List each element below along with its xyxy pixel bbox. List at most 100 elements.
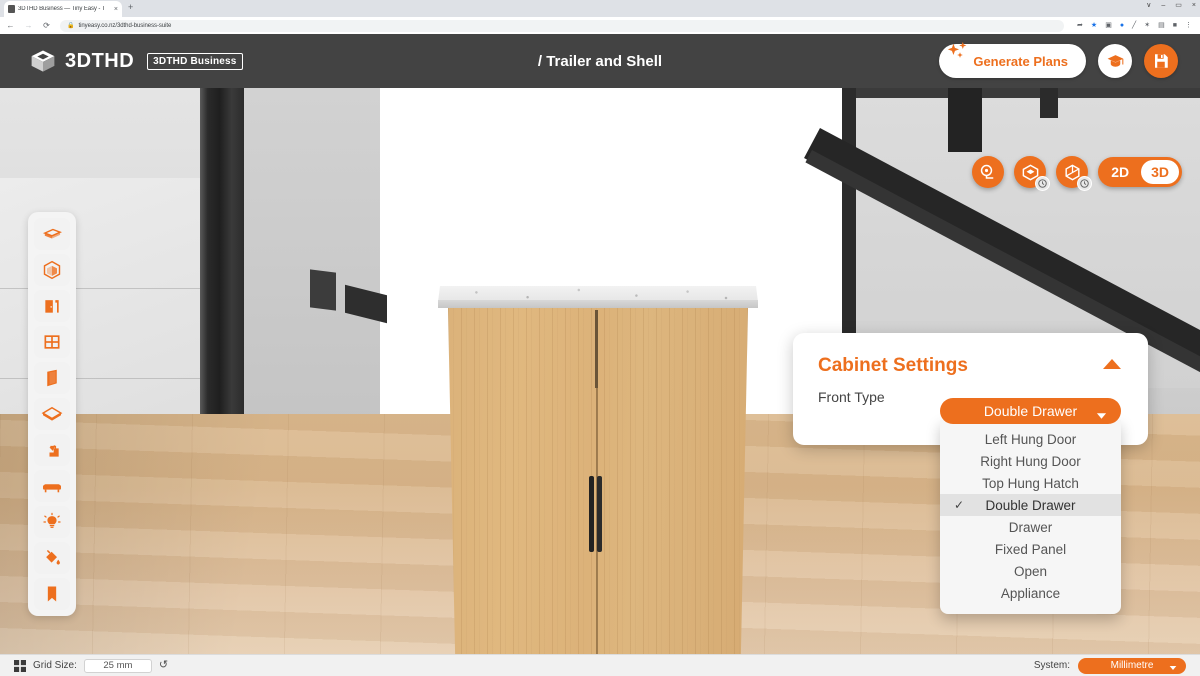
reload-button[interactable]: ⟳: [42, 21, 51, 30]
front-type-select-button[interactable]: Double Drawer: [940, 398, 1121, 424]
bookmark-icon: [47, 586, 57, 602]
extension-blue-icon[interactable]: ●: [1120, 22, 1124, 29]
panel-title: Cabinet Settings: [818, 355, 968, 376]
save-icon: [1155, 54, 1168, 68]
3d-viewport[interactable]: 2D 3D Cabinet Settings Front Type Double…: [0, 88, 1200, 654]
wall-panel-icon: [47, 369, 57, 387]
logo-text: 3DTHD: [65, 49, 135, 72]
frame-post-2: [948, 88, 982, 152]
app-logo[interactable]: 3DTHD 3DTHD Business: [0, 48, 243, 74]
browser-toolbar: ← → ⟳ 🔒 tinyeasy.co.nz/3dthd-business-su…: [0, 17, 1200, 34]
toggle-option-3d[interactable]: 3D: [1141, 160, 1179, 184]
toggle-option-2d[interactable]: 2D: [1101, 160, 1139, 184]
graduation-cap-icon: [1107, 54, 1123, 67]
front-type-select[interactable]: Double Drawer Left Hung Door Right Hung …: [940, 398, 1121, 614]
sidebar-item-furniture[interactable]: [34, 470, 70, 502]
sidebar-item-lighting[interactable]: [34, 506, 70, 538]
sidebar-item-door[interactable]: [34, 290, 70, 322]
sidebar-item-stairs[interactable]: [34, 434, 70, 466]
back-button[interactable]: ←: [6, 21, 15, 30]
new-tab-button[interactable]: +: [128, 3, 133, 12]
eyedropper-icon[interactable]: ╱: [1132, 22, 1136, 29]
sidebar-item-floor[interactable]: [34, 398, 70, 430]
countertop-edge: [438, 300, 758, 308]
floor-layer-icon: [41, 406, 63, 421]
reset-grid-icon[interactable]: ↺: [159, 660, 168, 671]
grid-size-control: Grid Size: 25 mm ↺: [14, 658, 168, 673]
stairs-icon: [45, 445, 59, 457]
sidebar-item-trailer[interactable]: [34, 218, 70, 250]
share-icon[interactable]: ➦: [1077, 22, 1083, 29]
more-menu-icon[interactable]: ⋮: [1185, 22, 1192, 29]
option-label: Appliance: [1000, 585, 1061, 601]
option-appliance[interactable]: Appliance: [940, 582, 1121, 604]
system-value: Millimetre: [1110, 660, 1154, 671]
app-shell: 3DTHD 3DTHD Business / Trailer and Shell…: [0, 34, 1200, 676]
bookmark-star-icon[interactable]: ★: [1091, 22, 1097, 29]
minimize-button[interactable]: –: [1161, 2, 1165, 9]
lock-icon: 🔒: [67, 22, 75, 29]
sidepanel-icon[interactable]: ▤: [1158, 22, 1165, 29]
handle-right: [597, 476, 602, 552]
frame-post-3: [1040, 88, 1058, 118]
grid-size-input[interactable]: 25 mm: [83, 658, 152, 673]
front-type-label: Front Type: [818, 389, 885, 405]
browser-tabstrip: 3DTHD Business — Tiny Easy - T × + ∨ – ▭…: [0, 0, 1200, 17]
puzzle-icon[interactable]: ✶: [1144, 22, 1150, 29]
box-view-button[interactable]: [1056, 156, 1093, 191]
option-fixed-panel[interactable]: Fixed Panel: [940, 538, 1121, 560]
sidebar-item-shell[interactable]: [34, 254, 70, 286]
door-icon: [45, 300, 59, 313]
forward-button: →: [24, 20, 33, 30]
chevron-down-icon[interactable]: ∨: [1146, 2, 1151, 9]
tool-rail: [28, 212, 76, 616]
option-label: Drawer: [1008, 519, 1053, 535]
browser-chrome: 3DTHD Business — Tiny Easy - T × + ∨ – ▭…: [0, 0, 1200, 34]
sidebar-item-bookmarks[interactable]: [34, 578, 70, 610]
check-icon: ✓: [954, 498, 965, 512]
front-type-options-menu[interactable]: Left Hung Door Right Hung Door Top Hung …: [940, 420, 1121, 614]
collapse-caret-up-icon[interactable]: [1100, 357, 1124, 376]
option-open[interactable]: Open: [940, 560, 1121, 582]
measure-button[interactable]: [972, 156, 1005, 188]
page-favicon: [8, 5, 15, 13]
sidebar-item-wall[interactable]: [34, 362, 70, 394]
maximize-button[interactable]: ▭: [1175, 2, 1182, 9]
generate-plans-label: Generate Plans: [973, 53, 1068, 69]
grid-size-value: 25 mm: [103, 660, 133, 671]
view-controls: 2D 3D: [972, 156, 1182, 191]
chevron-down-icon: [1096, 407, 1107, 423]
browser-toolbar-icons: ➦ ★ ▣ ● ╱ ✶ ▤ ■ ⋮: [1077, 22, 1194, 29]
address-bar[interactable]: 🔒 tinyeasy.co.nz/3dthd-business-suite: [60, 19, 1065, 32]
lightbulb-icon: [43, 512, 61, 528]
close-icon[interactable]: ×: [114, 6, 118, 13]
camera-icon[interactable]: ▣: [1105, 22, 1112, 29]
sidebar-item-window[interactable]: [34, 326, 70, 358]
option-left-hung-door[interactable]: Left Hung Door: [940, 428, 1121, 450]
learn-button[interactable]: [1098, 44, 1132, 78]
option-label: Top Hung Hatch: [982, 475, 1079, 491]
option-label: Double Drawer: [985, 497, 1076, 513]
save-button[interactable]: [1144, 44, 1178, 78]
option-right-hung-door[interactable]: Right Hung Door: [940, 450, 1121, 472]
profile-icon[interactable]: ■: [1173, 22, 1177, 29]
option-top-hung-hatch[interactable]: Top Hung Hatch: [940, 472, 1121, 494]
option-label: Right Hung Door: [980, 453, 1081, 469]
dimension-toggle[interactable]: 2D 3D: [1098, 157, 1182, 187]
perspective-view-button[interactable]: [1014, 156, 1051, 191]
window-close-button[interactable]: ×: [1192, 2, 1196, 9]
cube-logo-icon: [31, 50, 55, 72]
cabinet-model[interactable]: [438, 286, 758, 654]
ceiling-beam: [842, 88, 1200, 98]
system-select[interactable]: Millimetre: [1078, 657, 1186, 674]
generate-plans-button[interactable]: Generate Plans: [939, 41, 1086, 78]
sidebar-item-materials[interactable]: [34, 542, 70, 574]
browser-tab[interactable]: 3DTHD Business — Tiny Easy - T ×: [4, 1, 122, 17]
option-label: Open: [1013, 563, 1048, 579]
option-label: Left Hung Door: [984, 431, 1077, 447]
option-double-drawer[interactable]: ✓ Double Drawer: [940, 494, 1121, 516]
app-root: 3DTHD Business — Tiny Easy - T × + ∨ – ▭…: [0, 0, 1200, 676]
shell-cube-icon: [43, 260, 61, 280]
option-drawer[interactable]: Drawer: [940, 516, 1121, 538]
window-controls: ∨ – ▭ ×: [1146, 2, 1196, 9]
